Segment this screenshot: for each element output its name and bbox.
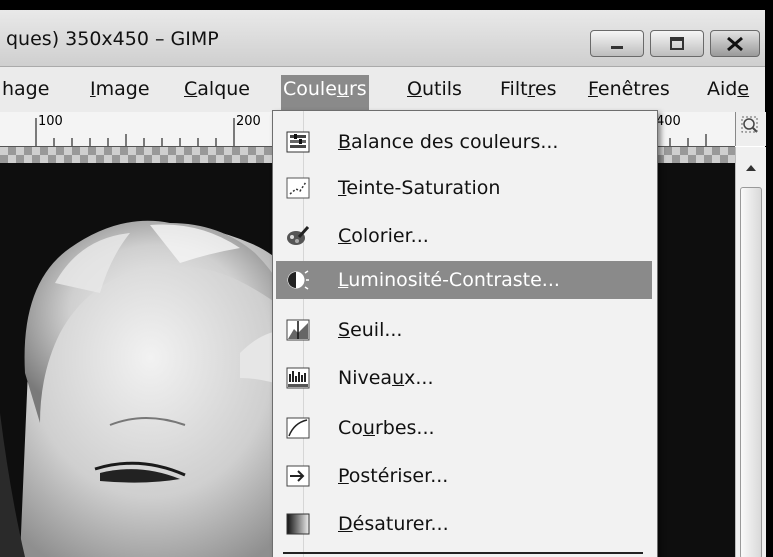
- couleurs-dropdown-menu: Balance des couleurs... Teinte-Saturatio…: [272, 110, 658, 557]
- ruler-label: 400: [656, 114, 681, 129]
- vertical-scrollbar[interactable]: [735, 147, 766, 557]
- right-border: [765, 0, 773, 557]
- close-button[interactable]: [710, 30, 760, 57]
- ruler-label: 100: [38, 114, 63, 129]
- brightness-contrast-icon: [287, 270, 309, 290]
- curves-icon: [286, 417, 310, 439]
- menu-item-colorize[interactable]: Colorier...: [276, 217, 652, 255]
- menu-image[interactable]: Image: [90, 75, 150, 109]
- ruler-label: 200: [236, 114, 261, 129]
- hue-saturation-icon: [286, 177, 310, 199]
- window-title: ques) 350x450 – GIMP: [6, 28, 219, 50]
- menu-item-brightness-contrast[interactable]: Luminosité-Contraste...: [276, 261, 652, 299]
- zoom-icon: [741, 116, 758, 133]
- maximize-icon: [670, 36, 684, 50]
- menu-calque[interactable]: Calque: [184, 75, 250, 109]
- menu-fenetres[interactable]: Fenêtres: [588, 75, 670, 109]
- color-balance-icon: [286, 131, 310, 153]
- menu-item-threshold[interactable]: Seuil...: [276, 311, 652, 349]
- title-bar: ques) 350x450 – GIMP: [0, 10, 765, 67]
- threshold-icon: [286, 319, 310, 341]
- minimize-icon: [611, 45, 623, 49]
- menu-separator: [283, 552, 643, 554]
- zoom-corner-button[interactable]: [735, 112, 766, 146]
- gimp-window: ques) 350x450 – GIMP hage Image Calque C…: [0, 0, 773, 557]
- menu-item-levels[interactable]: Niveaux...: [276, 359, 652, 397]
- menu-item-desaturate[interactable]: Désaturer...: [276, 505, 652, 543]
- menu-item-hue-saturation[interactable]: Teinte-Saturation: [276, 169, 652, 207]
- menu-couleurs[interactable]: Couleurs: [281, 75, 369, 111]
- colorize-icon: [287, 225, 310, 245]
- menu-filtres[interactable]: Filtres: [500, 75, 557, 109]
- minimize-button[interactable]: [590, 30, 644, 57]
- menu-image-partial[interactable]: hage: [2, 75, 49, 109]
- levels-icon: [286, 367, 310, 389]
- scroll-thumb[interactable]: [740, 187, 762, 557]
- scroll-up-icon: [746, 165, 756, 171]
- desaturate-icon: [286, 513, 310, 535]
- menu-item-posterize[interactable]: Postériser...: [276, 457, 652, 495]
- maximize-button[interactable]: [650, 30, 704, 57]
- menu-bar: hage Image Calque Couleurs Outils Filtre…: [0, 67, 765, 112]
- close-icon: [727, 36, 743, 51]
- menu-item-color-balance[interactable]: Balance des couleurs...: [276, 123, 652, 161]
- top-border: [0, 0, 773, 10]
- menu-outils[interactable]: Outils: [407, 75, 462, 109]
- menu-aide[interactable]: Aide: [707, 75, 749, 109]
- menu-item-curves[interactable]: Courbes...: [276, 409, 652, 447]
- posterize-icon: [286, 465, 310, 487]
